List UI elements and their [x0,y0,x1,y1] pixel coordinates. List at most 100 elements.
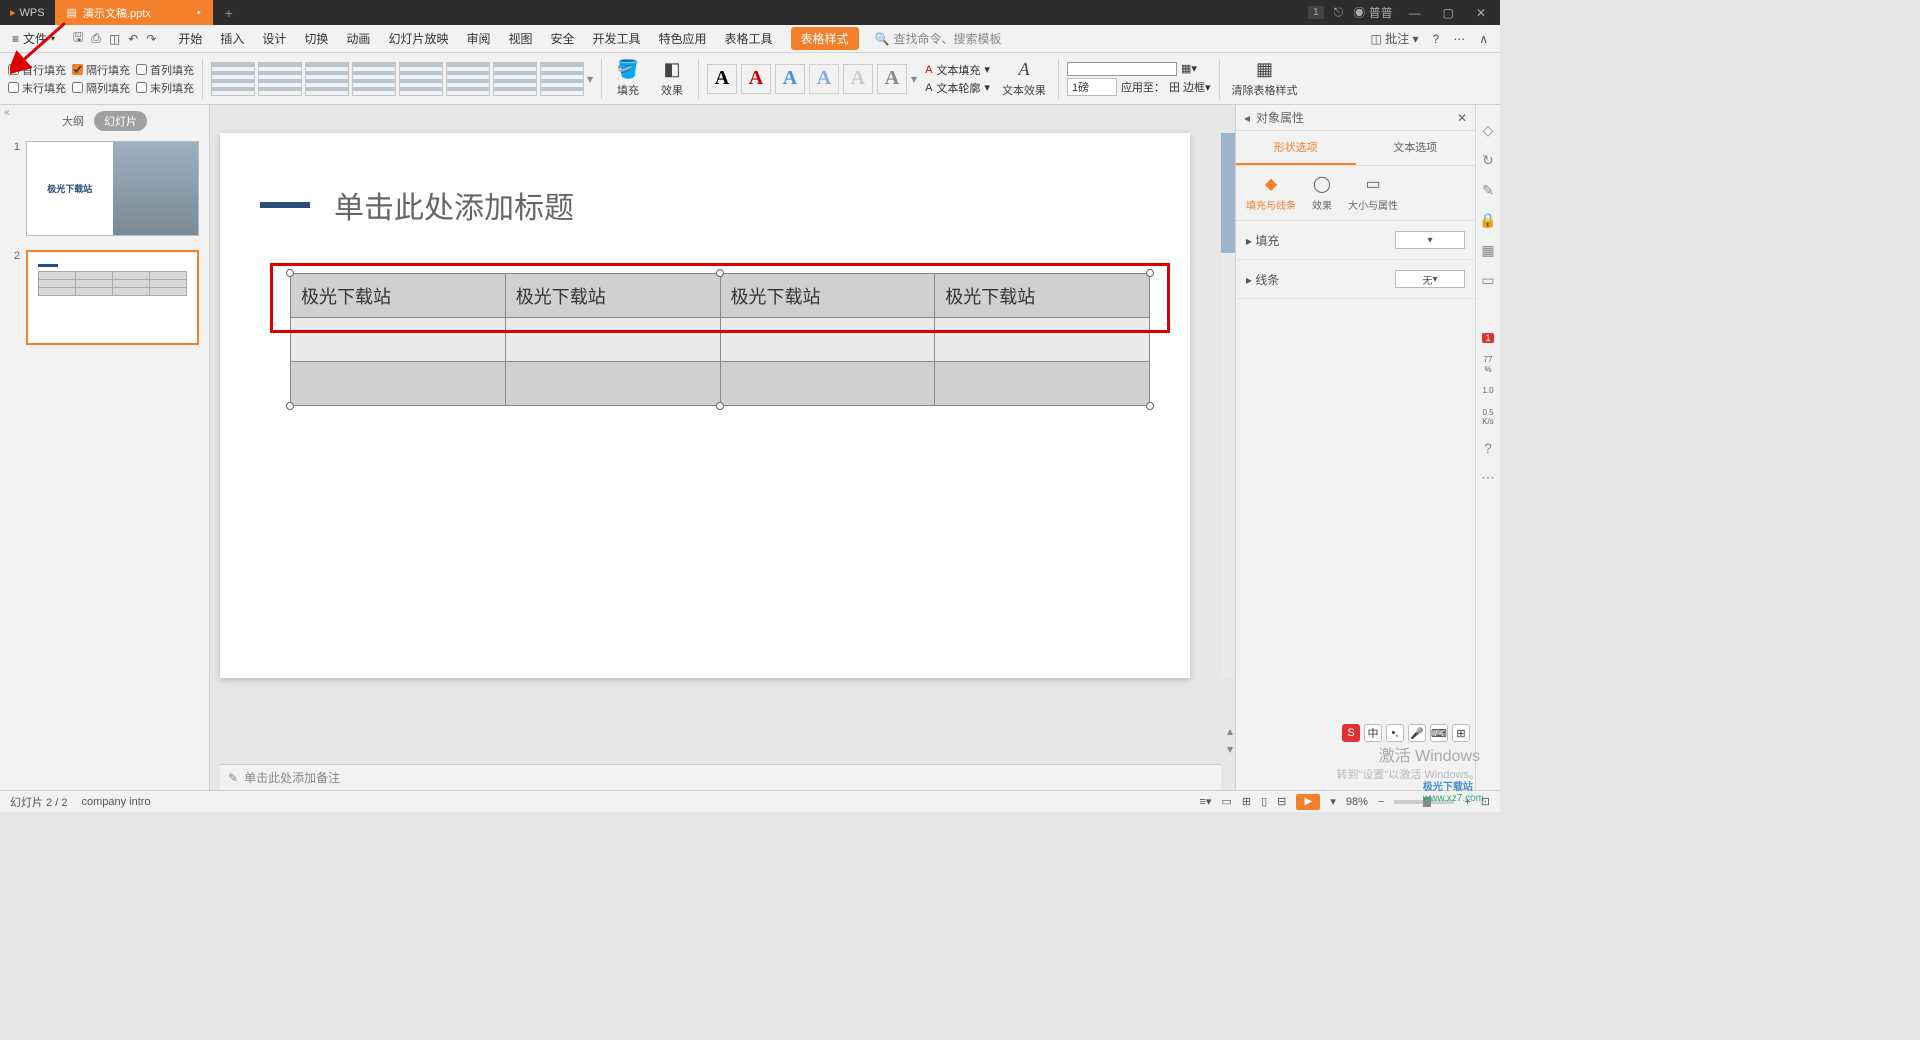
view-sorter-icon[interactable]: ⊞ [1242,795,1251,808]
rail-help-icon[interactable]: ? [1479,439,1497,457]
section-fill[interactable]: ▸ 填充▾ [1236,221,1475,260]
line-select[interactable]: 无 ▾ [1395,270,1465,288]
fill-button[interactable]: 🪣填充 [610,59,646,98]
check-banded-cols[interactable]: 隔列填充 [72,80,130,96]
zoom-out-icon[interactable]: − [1378,796,1384,808]
wa-style[interactable]: A [775,64,805,94]
wa-style[interactable]: A [741,64,771,94]
border-apply-button[interactable]: 田 边框▾ [1169,79,1211,95]
fill-select[interactable]: ▾ [1395,231,1465,249]
redo-icon[interactable]: ↷ [146,32,156,46]
table-cell[interactable]: 极光下载站 [935,274,1150,318]
gift-icon[interactable]: ⎋ [1334,5,1344,20]
table-cell[interactable] [935,362,1150,406]
ime-s-icon[interactable]: S [1342,724,1360,742]
rail-icon[interactable]: ◇ [1479,121,1497,139]
ribbon-toggle-icon[interactable]: ∧ [1479,32,1488,46]
canvas[interactable]: 单击此处添加标题 极光下载站极光下载站极光下载站极光下载站 ▴ ▾ [210,105,1235,790]
check-banded-rows[interactable]: 隔行填充 [72,62,130,78]
vertical-scrollbar[interactable] [1221,133,1235,678]
border-style-select[interactable] [1067,62,1177,76]
slide[interactable]: 单击此处添加标题 极光下载站极光下载站极光下载站极光下载站 [220,133,1190,678]
help-icon[interactable]: ? [1433,32,1440,46]
table-cell[interactable] [720,318,935,362]
play-dropdown-icon[interactable]: ▾ [1330,795,1336,808]
close-button[interactable]: ✕ [1470,6,1492,20]
view-normal-icon[interactable]: ▭ [1221,795,1231,808]
effect-button[interactable]: ◧效果 [654,59,690,98]
minimize-button[interactable]: — [1403,6,1427,20]
wa-style[interactable]: A [707,64,737,94]
file-menu[interactable]: ≡文件▾ [6,30,61,47]
section-line[interactable]: ▸ 线条无 ▾ [1236,260,1475,299]
table-cell[interactable] [291,362,506,406]
notes-pane[interactable]: ✎单击此处添加备注 [220,764,1221,790]
check-last-column[interactable]: 末列填充 [136,80,194,96]
ime-kbd-icon[interactable]: ⌨ [1430,724,1448,742]
table-cell[interactable] [505,362,720,406]
ime-grid-icon[interactable]: ⊞ [1452,724,1470,742]
table-cell[interactable]: 极光下载站 [505,274,720,318]
wa-style[interactable]: A [843,64,873,94]
new-tab-button[interactable]: + [213,5,245,21]
ime-lang-icon[interactable]: 中 [1364,724,1382,742]
rail-more-icon[interactable]: ⋯ [1479,469,1497,487]
style-thumb[interactable] [352,62,396,96]
table-style-gallery[interactable]: ▾ [211,62,593,96]
subtab-fill-line[interactable]: ◆填充与线条 [1246,174,1296,212]
table-object[interactable]: 极光下载站极光下载站极光下载站极光下载站 [290,273,1150,406]
menu-transition[interactable]: 切换 [304,30,328,47]
zoom-level[interactable]: 98% [1346,796,1368,808]
panel-close-icon[interactable]: ✕ [1457,111,1467,125]
style-thumb[interactable] [258,62,302,96]
menu-security[interactable]: 安全 [550,30,574,47]
selection-handle[interactable] [716,269,724,277]
document-tab[interactable]: ▤演示文稿.pptx• [55,0,213,25]
save-icon[interactable]: 🖫 [73,28,83,49]
table-cell[interactable] [935,318,1150,362]
menu-devtools[interactable]: 开发工具 [593,30,641,47]
slide-thumbnail-2[interactable]: 2 [10,250,199,345]
title-text[interactable]: 单击此处添加标题 [334,183,574,227]
zoom-in-icon[interactable]: + [1464,796,1470,808]
print-icon[interactable]: ⎙ [91,31,101,46]
border-weight-input[interactable]: 1磅 [1067,78,1117,96]
rail-icon[interactable]: ✎ [1479,181,1497,199]
perf-widget[interactable]: 77% [1484,355,1493,374]
ime-mic-icon[interactable]: 🎤 [1408,724,1426,742]
menu-table-style[interactable]: 表格样式 [791,27,859,50]
selection-handle[interactable] [716,402,724,410]
subtab-effect[interactable]: ◯效果 [1312,174,1332,212]
wa-style[interactable]: A [809,64,839,94]
selection-handle[interactable] [286,402,294,410]
ime-toolbar[interactable]: S 中 •, 🎤 ⌨ ⊞ [1342,724,1470,742]
notification-badge[interactable]: 1 [1308,6,1324,19]
restore-button[interactable]: ▢ [1437,6,1460,20]
tab-text-options[interactable]: 文本选项 [1356,131,1476,165]
menu-slideshow[interactable]: 幻灯片放映 [388,30,448,47]
style-thumb[interactable] [211,62,255,96]
rail-icon[interactable]: ▦ [1479,241,1497,259]
text-fill-button[interactable]: A文本填充▾ [925,62,990,78]
ime-punct-icon[interactable]: •, [1386,724,1404,742]
text-outline-button[interactable]: A文本轮廓▾ [925,80,990,96]
collapse-panel-icon[interactable]: « [4,107,10,118]
gallery-more-icon[interactable]: ▾ [911,72,917,86]
wa-style[interactable]: A [877,64,907,94]
comment-button[interactable]: ◫ 批注 ▾ [1370,30,1418,47]
table-cell[interactable] [505,318,720,362]
menu-featured[interactable]: 特色应用 [659,30,707,47]
style-thumb[interactable] [493,62,537,96]
command-search[interactable]: 🔍查找命令、搜索模板 [875,30,1002,47]
slides-tab[interactable]: 幻灯片 [94,111,147,131]
rail-icon[interactable]: 🔒 [1479,211,1497,229]
undo-icon[interactable]: ↶ [128,32,138,46]
gallery-more-icon[interactable]: ▾ [587,72,593,86]
rail-badge[interactable]: 1 [1482,333,1493,343]
style-thumb[interactable] [305,62,349,96]
slide-thumbnail-1[interactable]: 1 极光下载站 [10,141,199,236]
user-avatar[interactable]: ◉ 普普 [1353,4,1392,21]
menu-start[interactable]: 开始 [178,30,202,47]
collapse-ribbon-icon[interactable]: ⋯ [1453,32,1465,46]
view-grid-icon[interactable]: ⊟ [1277,795,1286,808]
